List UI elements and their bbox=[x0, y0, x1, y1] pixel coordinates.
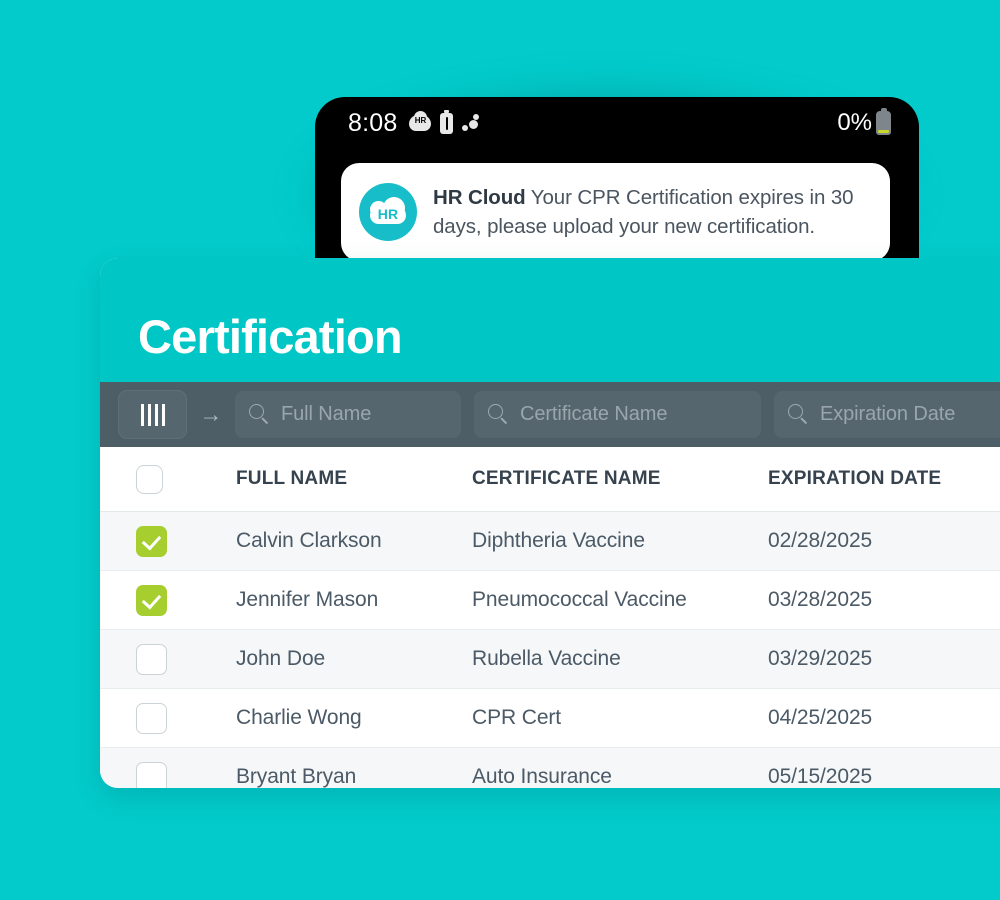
search-placeholder-expiration-date: Expiration Date bbox=[820, 403, 956, 425]
search-placeholder-certificate-name: Certificate Name bbox=[520, 403, 668, 425]
cell-full-name: John Doe bbox=[236, 647, 326, 670]
cell-expiration-date: 05/15/2025 bbox=[768, 765, 873, 788]
cell-expiration-date: 02/28/2025 bbox=[768, 529, 873, 552]
notification-banner[interactable]: HR HR Cloud Your CPR Certification expir… bbox=[341, 163, 890, 261]
share-dots-icon bbox=[462, 113, 480, 133]
cell-expiration-date: 03/28/2025 bbox=[768, 588, 873, 611]
cell-certificate-name: Pneumococcal Vaccine bbox=[472, 588, 687, 611]
columns-button[interactable] bbox=[118, 390, 187, 439]
column-header-full-name[interactable]: FULL NAME bbox=[236, 468, 472, 490]
table-row[interactable]: Jennifer Mason Pneumococcal Vaccine 03/2… bbox=[100, 571, 1000, 630]
row-checkbox-cell bbox=[100, 761, 236, 788]
select-all-cell bbox=[100, 464, 236, 494]
certification-panel: Certification → Full Name Certificate Na… bbox=[100, 258, 1000, 788]
row-checkbox-cell bbox=[100, 702, 236, 734]
page-title: Certification bbox=[138, 310, 403, 363]
phone-status-bar: 8:08 HR 0% bbox=[315, 97, 919, 149]
hr-cloud-logo-text: HR bbox=[377, 206, 399, 222]
search-icon bbox=[488, 404, 509, 425]
certification-table: FULL NAME CERTIFICATE NAME EXPIRATION DA… bbox=[100, 447, 1000, 788]
certification-header: Certification bbox=[100, 258, 1000, 382]
status-time: 8:08 bbox=[348, 108, 398, 137]
search-field-full-name[interactable]: Full Name bbox=[235, 391, 461, 438]
filter-toolbar: → Full Name Certificate Name Expiration … bbox=[100, 382, 1000, 447]
battery-percent-label: 0% bbox=[837, 109, 872, 136]
search-field-certificate-name[interactable]: Certificate Name bbox=[474, 391, 761, 438]
row-checkbox-cell bbox=[100, 525, 236, 557]
column-header-certificate-name[interactable]: CERTIFICATE NAME bbox=[472, 468, 768, 490]
cell-expiration-date: 04/25/2025 bbox=[768, 706, 873, 729]
cell-certificate-name: Auto Insurance bbox=[472, 765, 612, 788]
battery-empty-icon bbox=[876, 108, 891, 135]
select-all-checkbox[interactable] bbox=[136, 464, 163, 494]
row-checkbox[interactable] bbox=[136, 761, 167, 788]
cell-full-name: Bryant Bryan bbox=[236, 765, 357, 788]
cell-certificate-name: Rubella Vaccine bbox=[472, 647, 621, 670]
table-row[interactable]: Bryant Bryan Auto Insurance 05/15/2025 bbox=[100, 748, 1000, 788]
status-left-icons: HR bbox=[409, 109, 480, 134]
arrow-right-icon[interactable]: → bbox=[187, 403, 235, 426]
search-icon bbox=[788, 404, 809, 425]
columns-icon-bar bbox=[147, 403, 151, 426]
status-right-icons: 0% bbox=[837, 108, 891, 136]
row-checkbox-cell bbox=[100, 643, 236, 675]
search-placeholder-full-name: Full Name bbox=[281, 403, 372, 425]
cell-certificate-name: CPR Cert bbox=[472, 706, 562, 729]
cell-certificate-name: Diphtheria Vaccine bbox=[472, 529, 645, 552]
column-header-expiration-date[interactable]: EXPIRATION DATE bbox=[768, 468, 1000, 490]
battery-warning-icon bbox=[440, 109, 454, 134]
columns-icon-bar bbox=[161, 403, 165, 426]
row-checkbox-cell bbox=[100, 584, 236, 616]
cell-full-name: Calvin Clarkson bbox=[236, 529, 382, 552]
cell-expiration-date: 03/29/2025 bbox=[768, 647, 873, 670]
hr-cloud-icon: HR bbox=[409, 111, 432, 131]
table-header-row: FULL NAME CERTIFICATE NAME EXPIRATION DA… bbox=[100, 447, 1000, 512]
table-row[interactable]: Calvin Clarkson Diphtheria Vaccine 02/28… bbox=[100, 512, 1000, 571]
columns-icon-bar bbox=[140, 403, 144, 426]
notification-text: HR Cloud Your CPR Certification expires … bbox=[433, 183, 874, 241]
row-checkbox[interactable] bbox=[136, 702, 167, 734]
table-row[interactable]: John Doe Rubella Vaccine 03/29/2025 bbox=[100, 630, 1000, 689]
notification-app-name: HR Cloud bbox=[433, 186, 526, 209]
row-checkbox[interactable] bbox=[136, 584, 167, 616]
search-field-expiration-date[interactable]: Expiration Date bbox=[774, 391, 1000, 438]
cell-full-name: Charlie Wong bbox=[236, 706, 362, 729]
cell-full-name: Jennifer Mason bbox=[236, 588, 379, 611]
table-row[interactable]: Charlie Wong CPR Cert 04/25/2025 bbox=[100, 689, 1000, 748]
columns-icon-bar bbox=[154, 403, 158, 426]
row-checkbox[interactable] bbox=[136, 525, 167, 557]
row-checkbox[interactable] bbox=[136, 643, 167, 675]
search-icon bbox=[249, 404, 270, 425]
hr-cloud-logo-icon: HR bbox=[359, 183, 417, 241]
